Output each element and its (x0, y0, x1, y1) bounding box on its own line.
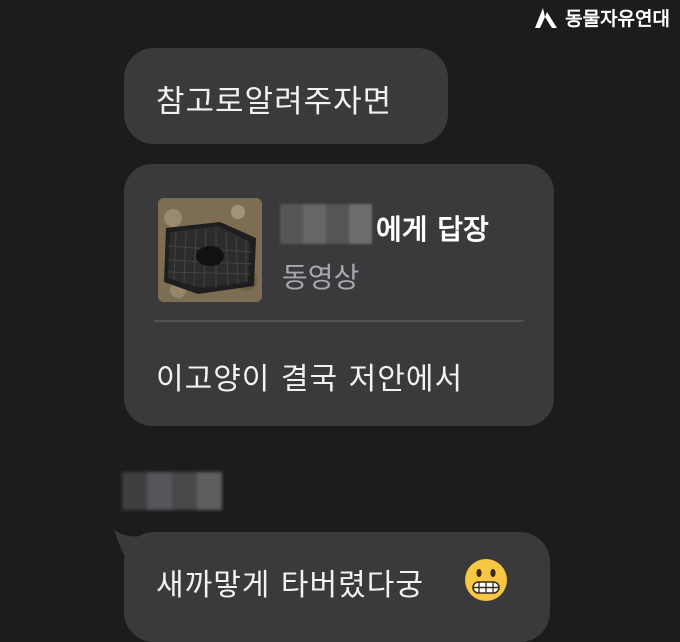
message-text: 이고양이 결국 저안에서 (156, 362, 464, 397)
reply-target-label: 에게 답장 (376, 213, 489, 246)
blurred-sender-name (122, 472, 222, 510)
watermark-text: 동물자유연대 (565, 8, 670, 30)
reply-message-bubble[interactable]: 에게 답장 동영상 이고양이 결국 저안에서 (124, 164, 554, 426)
reply-divider (154, 320, 524, 322)
message-text: 새까맣게 타버렸다궁 (156, 568, 424, 603)
message-bubble[interactable]: 참고로알려주자면 (124, 48, 448, 144)
attachment-type-label: 동영상 (282, 261, 360, 294)
organization-logo-icon (535, 7, 558, 28)
message-bubble[interactable]: 새까맣게 타버렸다궁 (124, 532, 550, 642)
blurred-contact-name (280, 204, 372, 244)
grimacing-face-emoji-icon (464, 558, 508, 606)
message-text: 참고로알려주자면 (156, 84, 393, 120)
video-thumbnail[interactable] (158, 198, 262, 302)
watermark: 동물자유연대 (534, 4, 670, 31)
